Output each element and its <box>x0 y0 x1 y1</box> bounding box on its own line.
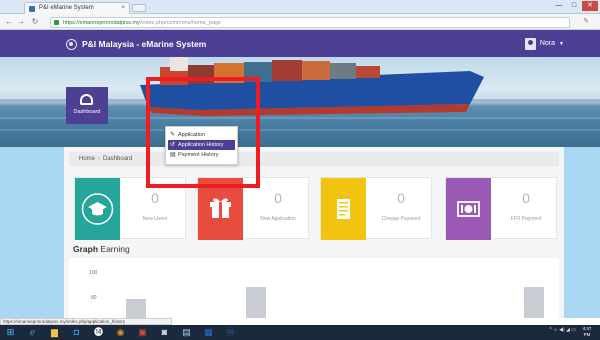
favicon-icon <box>29 6 35 12</box>
breadcrumb-separator: › <box>98 156 101 162</box>
reload-icon[interactable]: ↻ <box>30 16 40 27</box>
address-path: /index.php/commons/home_page <box>139 20 222 26</box>
dashboard-label: Dashboard <box>73 109 101 115</box>
store-icon[interactable]: ◘ <box>68 326 85 339</box>
stat-label: FPX Payment <box>510 216 542 222</box>
avatar <box>524 37 536 50</box>
earning-chart-svg <box>126 287 544 318</box>
y-tick-label: 80 <box>91 295 97 301</box>
speedometer-icon <box>80 94 93 105</box>
word-icon[interactable]: Ⓦ <box>222 326 239 339</box>
graph-title: Graph Earning <box>73 244 130 254</box>
highlight-frame <box>146 77 260 188</box>
user-menu[interactable]: Nora ▼ <box>524 37 564 50</box>
mail-icon[interactable]: ▣ <box>134 326 151 339</box>
camera-icon[interactable]: ◙ <box>156 326 173 339</box>
system-tray[interactable]: ^ ☼ ◀) ◢ ▭ <box>549 327 576 333</box>
status-url: https://emarineprinrodatpiss.my/index.ph… <box>0 318 172 325</box>
chart-bar[interactable] <box>126 299 146 318</box>
chevron-down-icon: ▼ <box>559 40 564 47</box>
chart-bar[interactable] <box>246 287 266 318</box>
breadcrumb-current: Dashboard <box>103 156 133 162</box>
container-stack <box>356 66 380 78</box>
browser-toolbar: ← → ↻ https://emarineprinrodatpiss.my/in… <box>0 14 600 30</box>
windows-start-icon[interactable]: ⊞ <box>2 326 19 339</box>
back-arrow-icon[interactable]: ← <box>4 16 14 27</box>
brand[interactable]: P&I Malaysia - eMarine System <box>66 36 206 52</box>
document-icon <box>321 178 366 240</box>
forward-arrow-icon[interactable]: → <box>16 16 26 27</box>
browser-menu-icon[interactable]: ✎ <box>580 17 592 27</box>
address-bar[interactable]: https://emarineprinrodatpiss.my/index.ph… <box>50 17 570 28</box>
close-window-button[interactable]: ✕ <box>582 1 598 11</box>
clock[interactable]: 4:47 PM <box>578 326 596 338</box>
minimize-button[interactable]: — <box>552 1 566 11</box>
graph-title-bold: Graph <box>73 244 99 254</box>
stat-label: New Application <box>260 216 296 222</box>
graduation-cap-icon <box>75 178 120 240</box>
chrome-icon[interactable]: ◉ <box>112 326 129 339</box>
stat-count: 0 <box>151 190 159 206</box>
container-stack <box>302 61 330 80</box>
stat-count: 0 <box>274 190 282 206</box>
stat-card-fpx-payment[interactable]: 0 FPX Payment <box>445 177 557 240</box>
container-stack <box>272 60 302 81</box>
money-icon <box>446 178 491 240</box>
tab-close-icon[interactable]: × <box>121 3 125 14</box>
stat-label: New Users <box>142 216 168 222</box>
y-tick-label: 100 <box>89 270 98 276</box>
mobile-icon[interactable]: ▤ <box>178 326 195 339</box>
file-explorer-icon[interactable]: ▆ <box>46 326 63 339</box>
breadcrumb-home[interactable]: Home <box>79 156 95 162</box>
photos-icon[interactable]: ▦ <box>200 326 217 339</box>
new-tab-button[interactable] <box>132 4 146 12</box>
browser-tab-strip: P&I eMarine System × — □ ✕ <box>0 0 600 14</box>
graph-title-rest: Earning <box>100 244 130 254</box>
screen: P&I eMarine System × — □ ✕ ← → ↻ https:/… <box>0 0 600 340</box>
stat-count: 0 <box>522 190 530 206</box>
stat-count: 0 <box>397 190 405 206</box>
taskbar: ⊞ ℯ ▆ ◘ ⓮ ◉ ▣ ◙ ▤ ▦ Ⓦ ^ ☼ ◀) ◢ ▭ 4:47 PM <box>0 325 600 340</box>
wave-line <box>0 129 600 131</box>
lock-icon <box>54 20 59 25</box>
stat-label: Cheque Payment <box>381 216 421 222</box>
earning-chart: 100 80 <box>69 258 559 318</box>
ship-bridge <box>170 57 188 71</box>
stat-card-cheque-payment[interactable]: 0 Cheque Payment <box>320 177 432 240</box>
brand-title: P&I Malaysia - eMarine System <box>82 39 207 49</box>
address-host: https://emarineprinrodatpiss.my <box>63 20 140 26</box>
tab-title: P&I eMarine System <box>39 5 94 11</box>
browser-tab[interactable]: P&I eMarine System × <box>24 2 130 14</box>
user-name: Nora <box>539 40 556 47</box>
edge-browser-icon[interactable]: ℯ <box>24 326 41 339</box>
logo-icon <box>66 38 77 50</box>
container-stack <box>330 63 356 79</box>
hp-icon[interactable]: ⓮ <box>90 326 107 339</box>
maximize-button[interactable]: □ <box>567 1 581 11</box>
breadcrumb: Home › Dashboard <box>69 152 559 166</box>
app-header: P&I Malaysia - eMarine System Nora ▼ <box>0 30 600 57</box>
clock-date: PM <box>583 332 591 337</box>
window-controls: — □ ✕ <box>552 1 598 12</box>
dashboard-tile[interactable]: Dashboard <box>66 87 108 124</box>
chart-bar[interactable] <box>524 287 544 318</box>
